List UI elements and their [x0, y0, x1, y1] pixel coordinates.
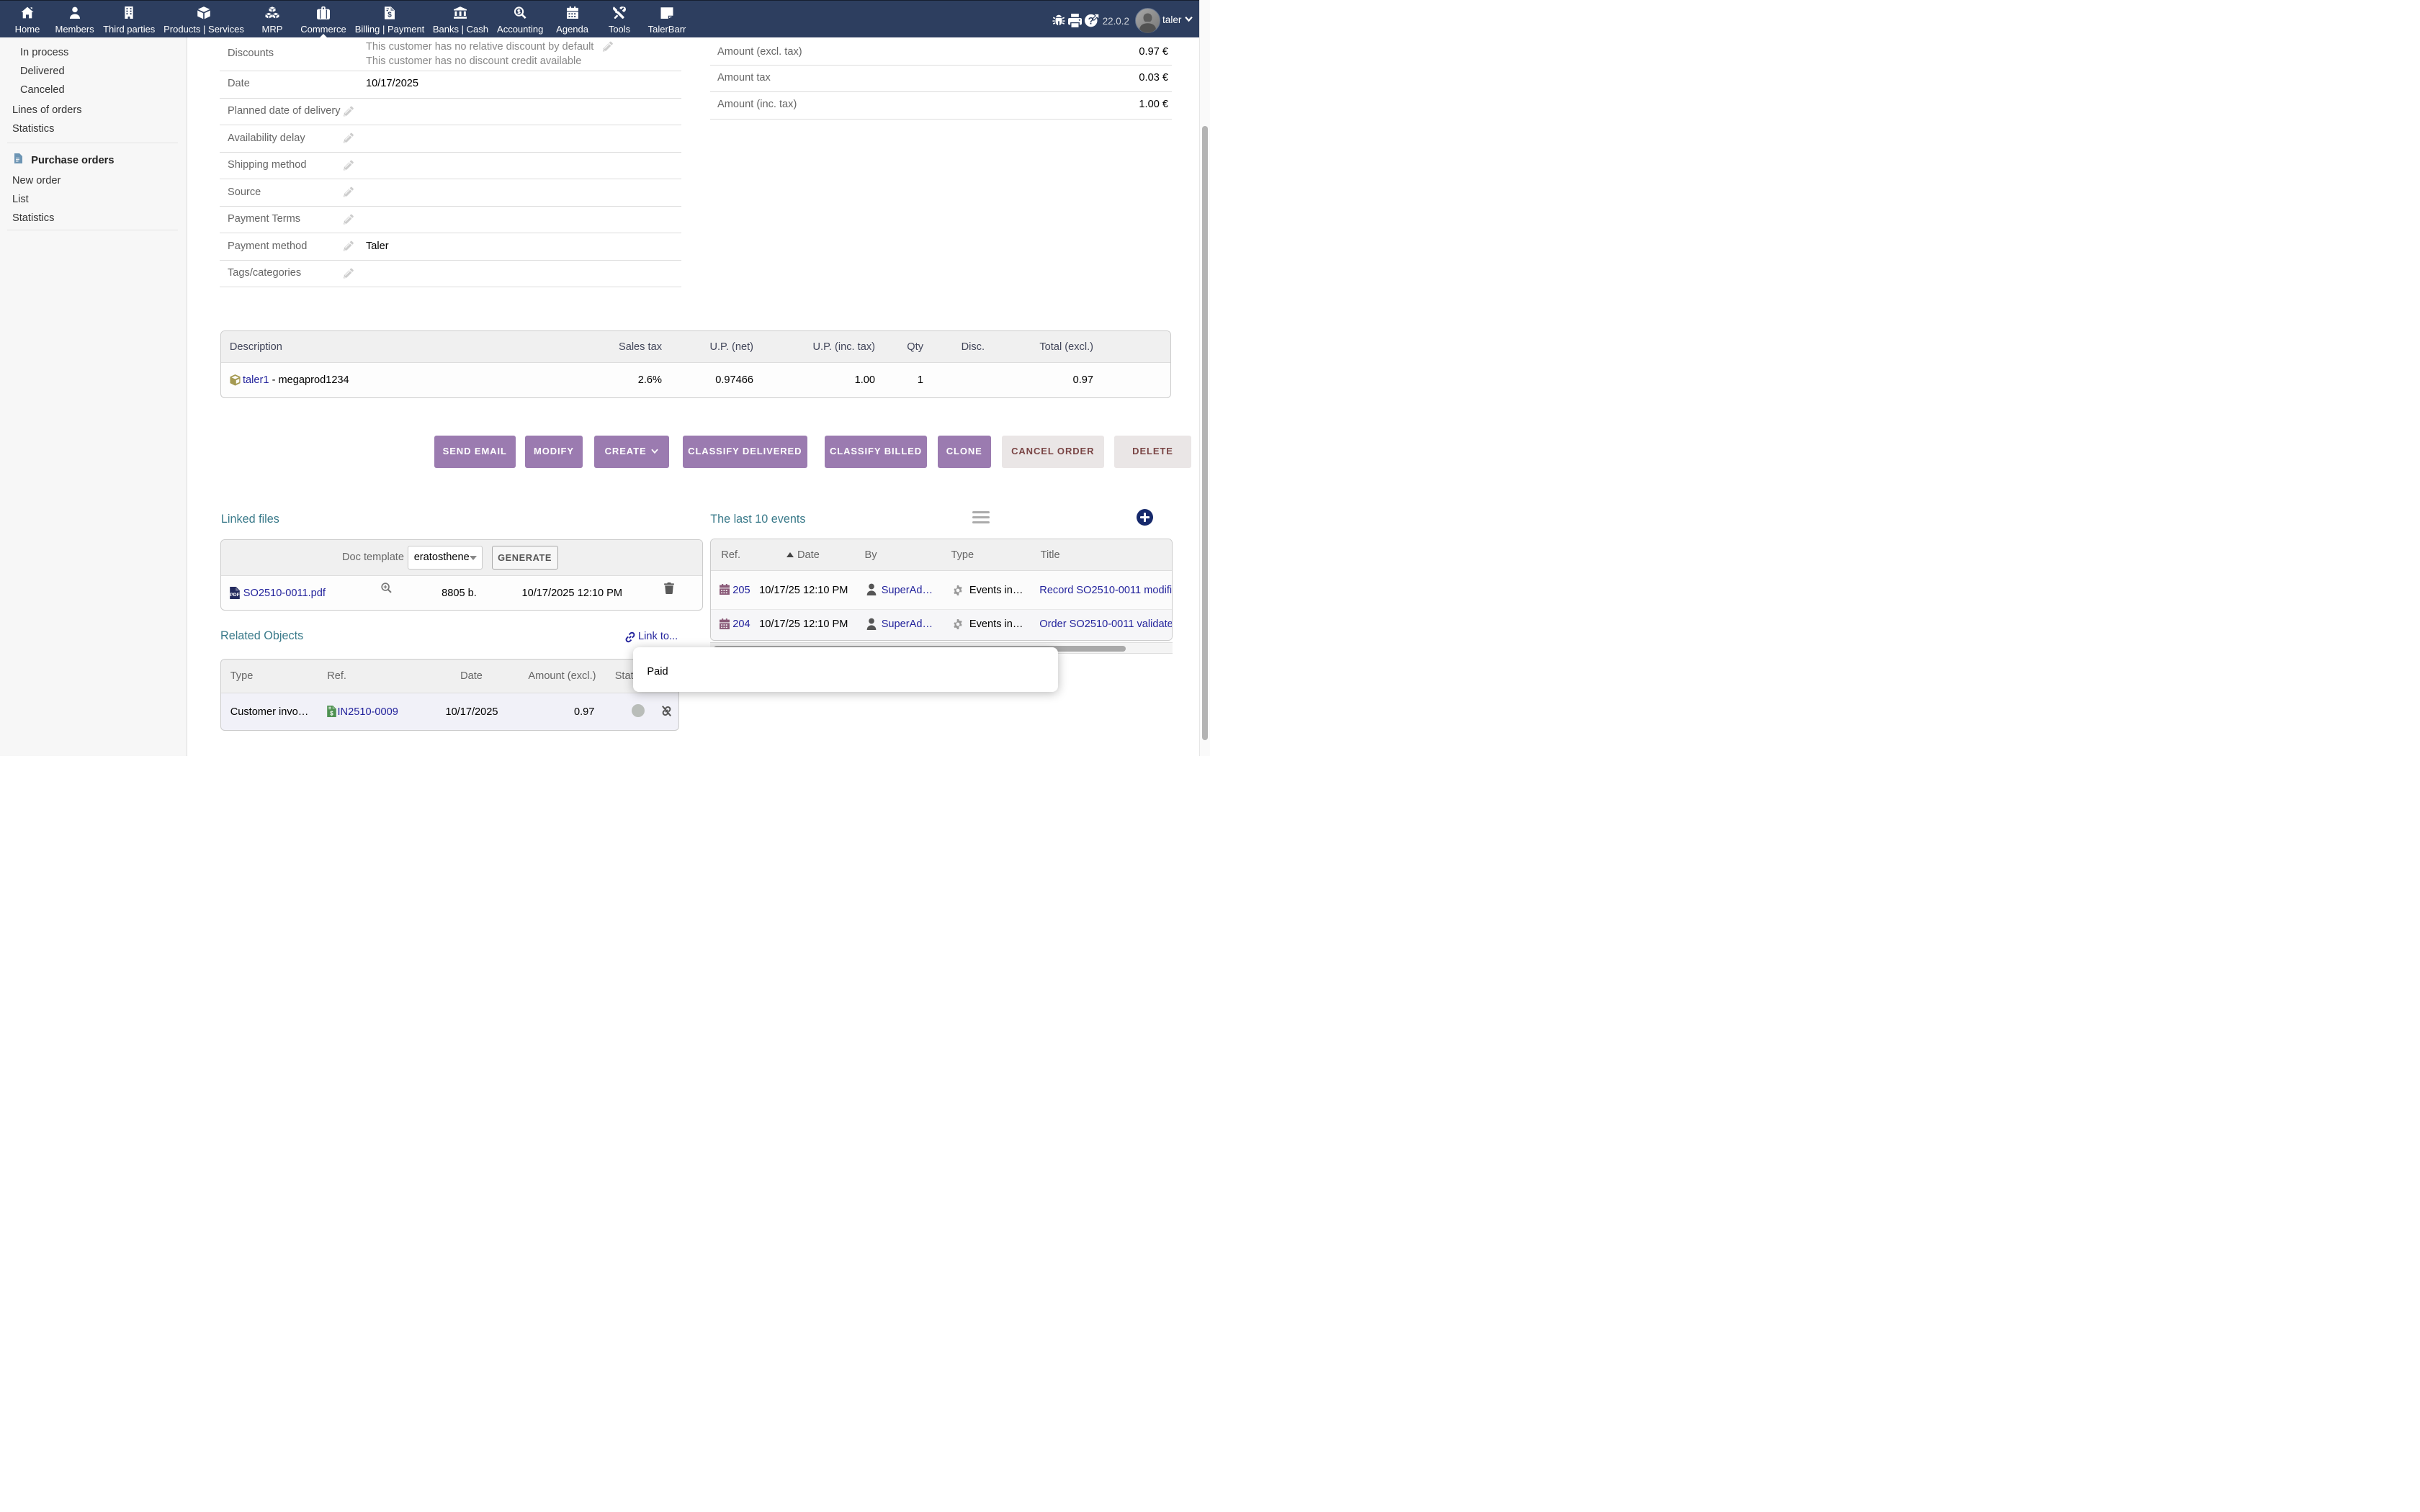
svg-text:PDF: PDF [230, 593, 240, 598]
svg-text:?: ? [1088, 15, 1094, 26]
svg-text:$: $ [330, 711, 333, 717]
